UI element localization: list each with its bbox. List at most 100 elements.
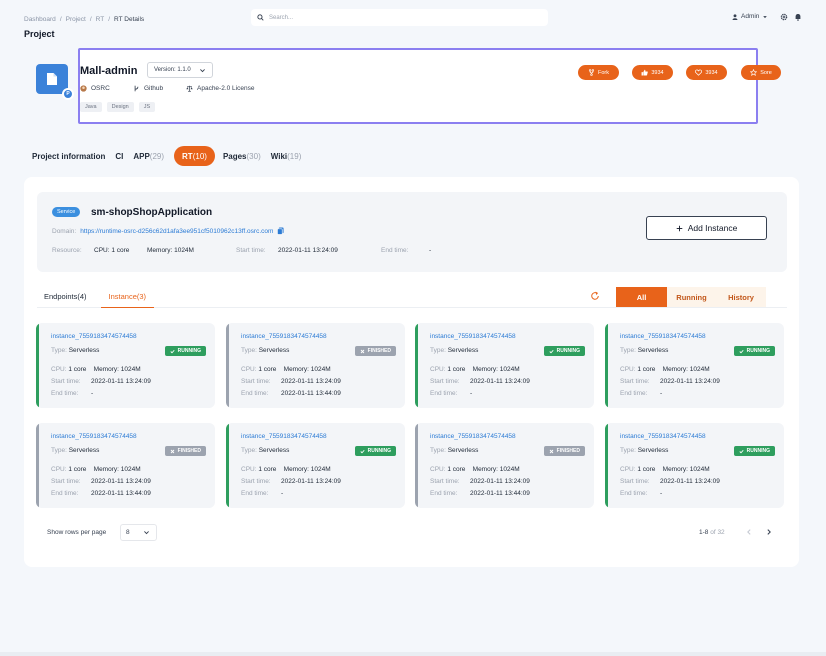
end-value: 2022-01-11 13:44:09 bbox=[281, 390, 341, 397]
chevron-left-icon[interactable] bbox=[745, 528, 753, 536]
status-bar bbox=[605, 323, 608, 408]
status-text: RUNNING bbox=[556, 348, 580, 354]
star-button[interactable]: Sore bbox=[741, 65, 781, 80]
tab-label: APP bbox=[133, 151, 150, 161]
end-time-label: End time: bbox=[381, 247, 409, 254]
breadcrumb-separator: / bbox=[89, 16, 92, 23]
version-select[interactable]: Version: 1.1.0 bbox=[147, 62, 213, 78]
instance-resources: CPU: 1 core Memory: 1024M bbox=[241, 466, 331, 473]
project-repo[interactable]: Github bbox=[133, 85, 163, 92]
cpu-value: 1 core bbox=[68, 466, 87, 473]
end-label: End time: bbox=[430, 490, 458, 497]
status-badge: RUNNING bbox=[354, 446, 396, 456]
add-instance-button[interactable]: Add Instance bbox=[646, 216, 767, 240]
instance-card[interactable]: instance_7559183474574458 Type: Serverles… bbox=[605, 423, 784, 508]
type-label: Type: bbox=[241, 347, 257, 354]
project-owner[interactable]: OSRC bbox=[80, 85, 110, 92]
status-text: RUNNING bbox=[177, 348, 201, 354]
refresh-icon[interactable] bbox=[590, 291, 600, 301]
cpu-value: 1 core bbox=[68, 366, 87, 373]
thumbs-up-icon bbox=[641, 69, 649, 76]
tab-wiki[interactable]: Wiki (19) bbox=[271, 146, 302, 166]
instance-name-link[interactable]: instance_7559183474574458 bbox=[620, 333, 706, 340]
instance-name-link[interactable]: instance_7559183474574458 bbox=[241, 433, 327, 440]
instance-name-link[interactable]: instance_7559183474574458 bbox=[51, 333, 137, 340]
tab-label: RT bbox=[182, 151, 193, 161]
instance-name-link[interactable]: instance_7559183474574458 bbox=[430, 433, 516, 440]
status-bar bbox=[36, 323, 39, 408]
fork-button[interactable]: Fork bbox=[578, 65, 619, 80]
project-license[interactable]: Apache-2.0 License bbox=[186, 85, 254, 92]
tag[interactable]: Design bbox=[106, 102, 134, 112]
end-value: 2022-01-11 13:44:09 bbox=[470, 490, 530, 497]
type-label: Type: bbox=[51, 347, 67, 354]
rows-per-page-select[interactable]: 8 bbox=[120, 524, 157, 541]
fork-icon bbox=[588, 69, 595, 76]
project-tabs: Project information CI APP (29) RT (10) Pa… bbox=[32, 146, 311, 166]
status-bar bbox=[415, 323, 418, 408]
chevron-right-icon[interactable] bbox=[765, 528, 773, 536]
page-total: of 32 bbox=[710, 529, 725, 536]
instance-end-time: End time: 2022-01-11 13:44:09 bbox=[51, 490, 151, 497]
user-menu[interactable]: Admin bbox=[732, 13, 768, 20]
tab-rt[interactable]: RT (10) bbox=[174, 146, 215, 166]
filter-all[interactable]: All bbox=[616, 287, 667, 307]
copy-icon[interactable] bbox=[277, 227, 284, 235]
favorite-button[interactable]: 3934 bbox=[686, 65, 727, 80]
instance-card[interactable]: instance_7559183474574458 Type: Serverles… bbox=[36, 423, 215, 508]
tag[interactable]: Java bbox=[80, 102, 102, 112]
instance-end-time: End time: - bbox=[430, 390, 472, 397]
start-value: 2022-01-11 13:24:09 bbox=[470, 478, 530, 485]
instance-card[interactable]: instance_7559183474574458 Type: Serverles… bbox=[415, 323, 594, 408]
gear-icon[interactable] bbox=[780, 13, 788, 21]
instance-name-link[interactable]: instance_7559183474574458 bbox=[620, 433, 706, 440]
end-value: - bbox=[660, 390, 663, 397]
cpu-value: CPU: 1 core bbox=[94, 247, 130, 254]
start-value: 2022-01-11 13:24:09 bbox=[281, 378, 341, 385]
breadcrumb-project[interactable]: Project bbox=[66, 16, 86, 23]
tab-ci[interactable]: CI bbox=[115, 146, 123, 166]
instance-card[interactable]: instance_7559183474574458 Type: Serverles… bbox=[415, 423, 594, 508]
search-input[interactable]: Search... bbox=[251, 9, 548, 26]
service-badge: Service bbox=[52, 207, 81, 217]
status-badge: RUNNING bbox=[733, 446, 775, 456]
memory-value: 1024M bbox=[310, 366, 331, 373]
instance-name-link[interactable]: instance_7559183474574458 bbox=[241, 333, 327, 340]
memory-value: Memory: 1024M bbox=[147, 247, 194, 254]
tag[interactable]: JS bbox=[138, 102, 156, 112]
close-icon bbox=[360, 349, 364, 353]
tab-count: (10) bbox=[192, 151, 207, 161]
instance-card[interactable]: instance_7559183474574458 Type: Serverles… bbox=[226, 423, 405, 508]
breadcrumb-dashboard[interactable]: Dashboard bbox=[24, 16, 56, 23]
status-badge: RUNNING bbox=[543, 346, 585, 356]
cpu-label: CPU: bbox=[51, 366, 67, 373]
instance-card[interactable]: instance_7559183474574458 Type: Serverles… bbox=[36, 323, 215, 408]
instance-card[interactable]: instance_7559183474574458 Type: Serverles… bbox=[226, 323, 405, 408]
breadcrumb-rt[interactable]: RT bbox=[96, 16, 105, 23]
chevron-down-icon bbox=[199, 68, 205, 72]
type-label: Type: bbox=[241, 447, 257, 454]
project-tags: Java Design JS bbox=[80, 102, 156, 112]
instance-name-link[interactable]: instance_7559183474574458 bbox=[51, 433, 137, 440]
bell-icon[interactable] bbox=[794, 13, 802, 21]
filter-running[interactable]: Running bbox=[667, 287, 716, 307]
domain-link[interactable]: https://runtime-osrc-d256c62d1afa3ee951c… bbox=[80, 228, 273, 235]
tab-project-information[interactable]: Project information bbox=[32, 146, 105, 166]
instance-card[interactable]: instance_7559183474574458 Type: Serverles… bbox=[605, 323, 784, 408]
memory-value: 1024M bbox=[310, 466, 331, 473]
like-button[interactable]: 3934 bbox=[632, 65, 673, 80]
start-value: 2022-01-11 13:24:09 bbox=[660, 478, 720, 485]
subtab-endpoints[interactable]: Endpoints(4) bbox=[44, 290, 95, 308]
subtab-instance[interactable]: Instance(3) bbox=[100, 290, 155, 308]
user-icon bbox=[732, 13, 738, 20]
tab-pages[interactable]: Pages (30) bbox=[223, 146, 261, 166]
tab-app[interactable]: APP (29) bbox=[133, 146, 164, 166]
filter-history[interactable]: History bbox=[716, 287, 766, 307]
type-value: Serverless bbox=[447, 347, 479, 354]
memory-label: Memory: bbox=[472, 366, 498, 373]
instance-end-time: End time: - bbox=[620, 390, 662, 397]
heart-icon bbox=[695, 69, 703, 76]
instance-name-link[interactable]: instance_7559183474574458 bbox=[430, 333, 516, 340]
tab-count: (29) bbox=[149, 151, 165, 161]
cpu-label: CPU: bbox=[620, 366, 636, 373]
